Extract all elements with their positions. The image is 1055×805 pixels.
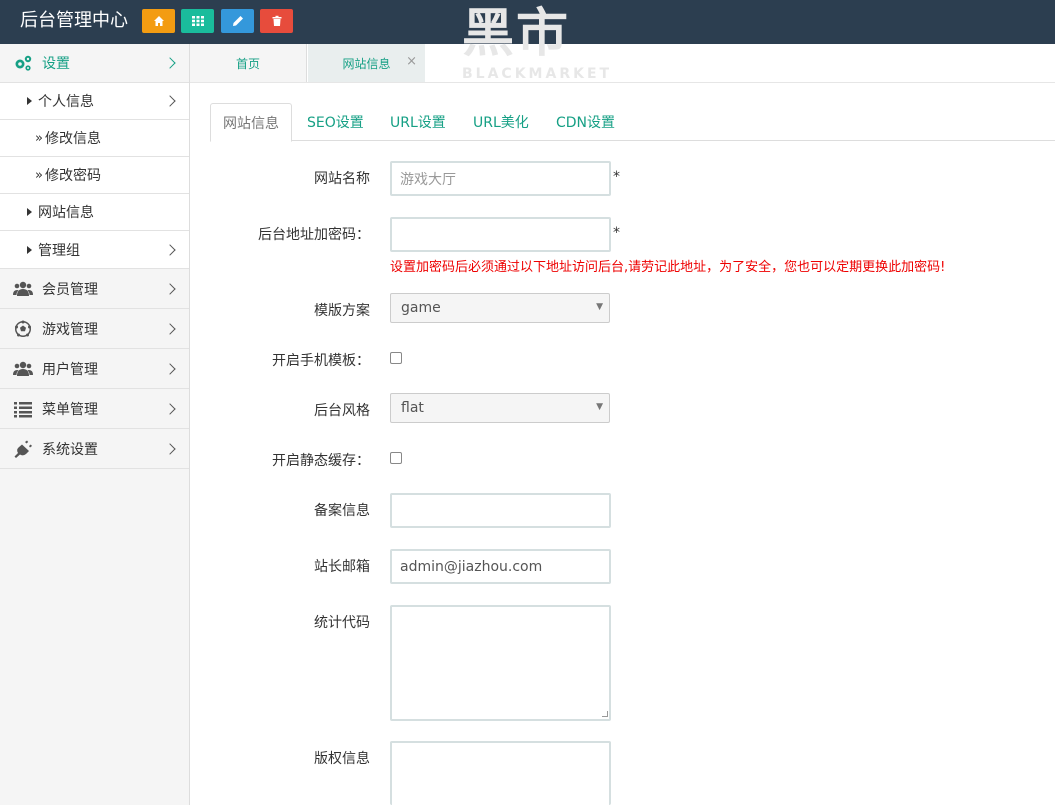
select-value: flat: [401, 400, 424, 416]
admin-style-label: 后台风格: [314, 403, 370, 419]
caret-right-icon: [27, 245, 32, 254]
icp-input[interactable]: [390, 493, 611, 528]
mobile-template-label: 开启手机模板：: [272, 353, 370, 369]
grid-button[interactable]: [181, 9, 214, 33]
sidebar-label: 会员管理: [42, 281, 98, 298]
chevron-right-icon: [164, 95, 176, 107]
edit-button[interactable]: [221, 9, 254, 33]
chevron-right-icon: [164, 57, 176, 69]
sidebar-item-settings[interactable]: 设置: [0, 44, 189, 83]
tab-label: 网站信息: [342, 56, 391, 71]
sidebar-item-personal[interactable]: 个人信息: [0, 83, 189, 120]
sidebar-label: 修改信息: [44, 131, 101, 147]
pencil-icon: [232, 16, 243, 26]
sidebar-label: 管理组: [38, 242, 80, 259]
stats-code-textarea[interactable]: [390, 605, 611, 721]
users-icon: [12, 280, 34, 298]
tab-home[interactable]: 首页: [190, 44, 307, 82]
sidebar-item-menus[interactable]: 菜单管理: [0, 389, 189, 429]
sidebar-item-games[interactable]: 游戏管理: [0, 309, 189, 349]
icp-label: 备案信息: [314, 503, 370, 519]
tab-cdn[interactable]: CDN设置: [556, 103, 615, 141]
gears-icon: [12, 54, 34, 72]
grid-icon: [191, 16, 204, 26]
users-icon: [12, 360, 34, 378]
admin-key-input[interactable]: [390, 217, 611, 252]
tab-site-info[interactable]: 网站信息 ×: [308, 44, 425, 82]
content-tabs: 网站信息 SEO设置 URL设置 URL美化 CDN设置: [210, 103, 1055, 142]
admin-key-label: 后台地址加密码：: [258, 227, 370, 243]
delete-button[interactable]: [260, 9, 293, 33]
tab-site-info-settings[interactable]: 网站信息: [210, 103, 292, 142]
static-cache-checkbox[interactable]: [390, 452, 402, 464]
copyright-textarea[interactable]: [390, 741, 611, 805]
sidebar-label: 个人信息: [38, 94, 94, 110]
dropdown-arrow-icon: ▼: [596, 302, 603, 312]
sidebar-item-edit-info[interactable]: » 修改信息: [0, 120, 189, 157]
resize-grip-icon[interactable]: [602, 711, 608, 717]
list-icon: [12, 400, 34, 418]
chevron-right-icon: [164, 402, 176, 415]
sidebar-label: 系统设置: [42, 441, 98, 458]
mobile-template-checkbox[interactable]: [390, 352, 402, 364]
watermark-text: 黑市: [462, 4, 571, 64]
tab-seo[interactable]: SEO设置: [307, 103, 364, 141]
chevron-right-icon: [164, 282, 176, 295]
sidebar-label: 设置: [42, 56, 70, 72]
raquo-icon: »: [35, 130, 43, 146]
soccer-ball-icon: [12, 320, 34, 338]
chevron-right-icon: [164, 362, 176, 375]
chevron-right-icon: [164, 322, 176, 335]
sidebar-label: 用户管理: [42, 361, 98, 378]
tab-url-rewrite[interactable]: URL美化: [473, 103, 529, 141]
chevron-right-icon: [164, 243, 176, 256]
tab-url[interactable]: URL设置: [390, 103, 446, 141]
close-icon[interactable]: ×: [406, 54, 417, 69]
required-mark: *: [613, 169, 620, 185]
required-mark: *: [613, 225, 620, 241]
sidebar-item-system[interactable]: 系统设置: [0, 429, 189, 469]
sidebar-item-admin-group[interactable]: 管理组: [0, 231, 189, 269]
sidebar: 设置 个人信息 » 修改信息 » 修改密码 网站信息 管理组 会员管理 游戏管理: [0, 44, 190, 805]
site-name-input[interactable]: 游戏大厅: [390, 161, 611, 196]
page-tabs-bar: 首页 网站信息 ×: [190, 44, 1055, 83]
admin-key-hint: 设置加密码后必须通过以下地址访问后台,请劳记此地址，为了安全，您也可以定期更换此…: [390, 260, 946, 275]
stats-code-label: 统计代码: [314, 615, 370, 631]
admin-style-select[interactable]: flat ▼: [390, 393, 610, 423]
home-button[interactable]: [142, 9, 175, 33]
copyright-label: 版权信息: [314, 751, 370, 767]
sidebar-label: 网站信息: [38, 205, 94, 221]
raquo-icon: »: [35, 167, 43, 183]
sidebar-label: 修改密码: [44, 168, 101, 184]
static-cache-label: 开启静态缓存：: [272, 453, 370, 469]
plug-icon: [12, 440, 34, 458]
sidebar-item-site-info[interactable]: 网站信息: [0, 194, 189, 231]
trash-icon: [272, 15, 281, 26]
select-value: game: [401, 300, 441, 316]
email-label: 站长邮箱: [314, 559, 370, 575]
sidebar-item-users[interactable]: 用户管理: [0, 349, 189, 389]
template-label: 模版方案: [314, 303, 370, 319]
dropdown-arrow-icon: ▼: [596, 402, 603, 412]
sidebar-item-change-password[interactable]: » 修改密码: [0, 157, 189, 194]
chevron-right-icon: [164, 442, 176, 455]
caret-right-icon: [27, 97, 32, 105]
template-select[interactable]: game ▼: [390, 293, 610, 323]
tab-label: 首页: [235, 56, 260, 71]
watermark-subtext: BLACKMARKET: [462, 66, 613, 82]
site-name-label: 网站名称: [314, 171, 370, 187]
home-icon: [153, 16, 164, 26]
sidebar-item-members[interactable]: 会员管理: [0, 269, 189, 309]
watermark-logo: 黑市 BLACKMARKET: [462, 4, 609, 82]
sidebar-label: 菜单管理: [42, 401, 98, 418]
app-title: 后台管理中心: [20, 10, 128, 31]
email-input[interactable]: admin@jiazhou.com: [390, 549, 611, 584]
caret-right-icon: [27, 208, 32, 216]
sidebar-label: 游戏管理: [42, 321, 98, 338]
